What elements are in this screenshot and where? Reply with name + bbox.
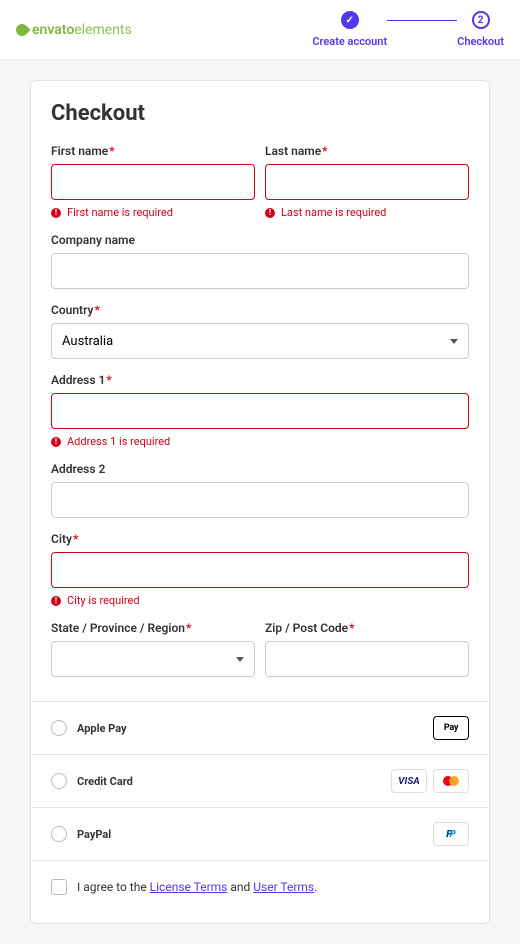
state-select[interactable]: [51, 641, 255, 677]
apple-pay-icon: Pay: [433, 716, 469, 740]
field-last-name: Last name* Last name is required: [265, 144, 469, 219]
chevron-down-icon: [236, 657, 244, 662]
step-connector: [387, 20, 457, 21]
label-last-name: Last name*: [265, 144, 469, 158]
field-city: City* City is required: [51, 532, 469, 607]
logo-product: elements: [74, 22, 132, 38]
address1-input[interactable]: [51, 393, 469, 429]
user-terms-link[interactable]: User Terms: [253, 880, 314, 894]
mastercard-icon: [433, 769, 469, 793]
radio-credit-card[interactable]: [51, 773, 67, 789]
check-icon: [341, 11, 359, 29]
step-label: Checkout: [457, 35, 504, 48]
field-state: State / Province / Region*: [51, 621, 255, 677]
field-country: Country* Australia: [51, 303, 469, 359]
label-country: Country*: [51, 303, 469, 317]
app-header: envatoelements Create account 2 Checkout: [0, 0, 520, 60]
progress-steps: Create account 2 Checkout: [312, 11, 504, 48]
error-first-name: First name is required: [51, 206, 255, 219]
leaf-icon: [14, 21, 31, 38]
error-city: City is required: [51, 594, 469, 607]
city-input[interactable]: [51, 552, 469, 588]
company-input[interactable]: [51, 253, 469, 289]
step-create-account: Create account: [312, 11, 387, 48]
address2-input[interactable]: [51, 482, 469, 518]
visa-icon: VISA: [391, 769, 427, 793]
error-last-name: Last name is required: [265, 206, 469, 219]
label-company: Company name: [51, 233, 469, 247]
label-zip: Zip / Post Code*: [265, 621, 469, 635]
checkout-card: Checkout First name* First name is requi…: [30, 80, 490, 924]
radio-paypal[interactable]: [51, 826, 67, 842]
payment-paypal[interactable]: PayPal PP: [31, 808, 489, 860]
step-checkout: 2 Checkout: [457, 11, 504, 48]
label-first-name: First name*: [51, 144, 255, 158]
label-city: City*: [51, 532, 469, 546]
payment-label: Credit Card: [77, 775, 133, 788]
field-zip: Zip / Post Code*: [265, 621, 469, 677]
payment-credit-card[interactable]: Credit Card VISA: [31, 755, 489, 808]
chevron-down-icon: [450, 339, 458, 344]
payment-label: PayPal: [77, 828, 111, 841]
logo[interactable]: envatoelements: [16, 22, 132, 38]
license-terms-link[interactable]: License Terms: [150, 880, 228, 894]
paypal-icon: PP: [433, 822, 469, 846]
country-value: Australia: [62, 334, 113, 349]
label-address1: Address 1*: [51, 373, 469, 387]
label-state: State / Province / Region*: [51, 621, 255, 635]
agree-checkbox[interactable]: [51, 879, 67, 895]
last-name-input[interactable]: [265, 164, 469, 200]
field-address1: Address 1* Address 1 is required: [51, 373, 469, 448]
step-number-icon: 2: [472, 11, 490, 29]
first-name-input[interactable]: [51, 164, 255, 200]
error-address1: Address 1 is required: [51, 435, 469, 448]
field-address2: Address 2: [51, 462, 469, 518]
payment-label: Apple Pay: [77, 722, 127, 735]
agree-row: I agree to the License Terms and User Te…: [31, 860, 489, 923]
payment-methods: Apple Pay Pay Credit Card VISA PayPal PP: [31, 701, 489, 860]
field-company: Company name: [51, 233, 469, 289]
zip-input[interactable]: [265, 641, 469, 677]
step-label: Create account: [312, 35, 387, 48]
payment-apple-pay[interactable]: Apple Pay Pay: [31, 702, 489, 755]
logo-brand: envato: [32, 22, 74, 38]
page-title: Checkout: [51, 101, 469, 126]
label-address2: Address 2: [51, 462, 469, 476]
field-first-name: First name* First name is required: [51, 144, 255, 219]
agree-text: I agree to the License Terms and User Te…: [77, 880, 317, 894]
country-select[interactable]: Australia: [51, 323, 469, 359]
radio-apple-pay[interactable]: [51, 720, 67, 736]
